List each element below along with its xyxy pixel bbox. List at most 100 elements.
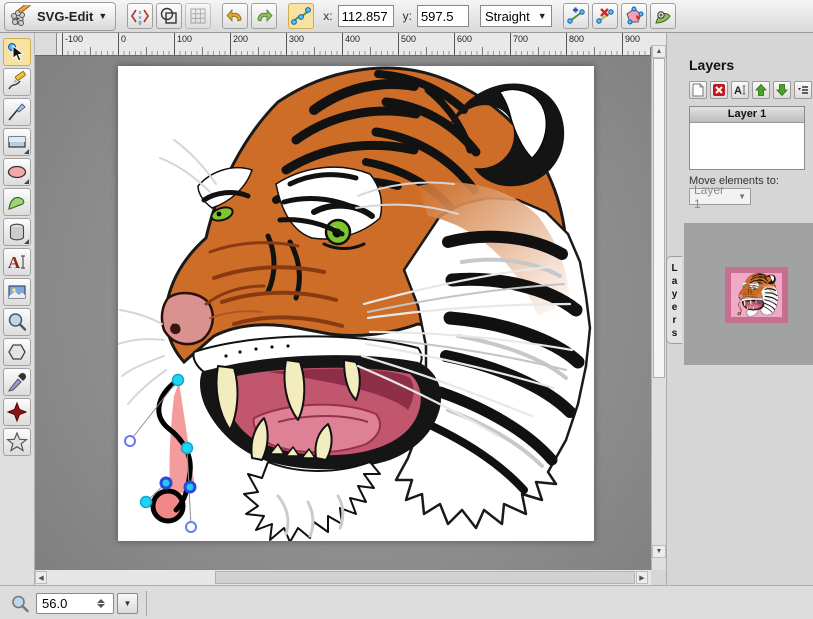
line-tool-button[interactable] xyxy=(3,98,31,126)
zoom-stepper[interactable] xyxy=(94,594,108,613)
move-elements-select[interactable]: Layer 1 ▼ xyxy=(689,188,751,205)
new-layer-button[interactable] xyxy=(689,81,707,99)
grid-icon xyxy=(188,6,208,26)
image-tool-icon xyxy=(6,281,28,303)
node-tool-icon xyxy=(291,6,311,26)
zoom-preset-dropdown[interactable]: ▼ xyxy=(117,593,138,614)
path-node[interactable] xyxy=(141,497,152,508)
path-node[interactable] xyxy=(182,443,193,454)
redo-button[interactable] xyxy=(251,3,277,29)
path-node-selected[interactable] xyxy=(161,478,171,488)
main-menu-label: SVG-Edit xyxy=(37,9,93,24)
zoom-tool-button[interactable] xyxy=(3,308,31,336)
x-input[interactable] xyxy=(338,5,394,27)
star-tool-icon xyxy=(6,431,28,453)
cross-shape-tool-button[interactable] xyxy=(3,398,31,426)
delete-node-icon xyxy=(595,6,615,26)
reorient-path-button[interactable] xyxy=(650,3,676,29)
scroll-right-button[interactable]: ▶ xyxy=(636,571,648,584)
select-tool-button[interactable] xyxy=(3,38,31,66)
wireframe-button[interactable] xyxy=(156,3,182,29)
ruler-top-label: 200 xyxy=(233,34,248,44)
vertical-scrollbar[interactable]: ▲ ▼ xyxy=(651,45,666,570)
y-label: y: xyxy=(403,9,412,23)
rectangle-tool-button[interactable] xyxy=(3,128,31,156)
segment-type-select[interactable]: Straight ▼ xyxy=(480,5,552,27)
delete-layer-icon xyxy=(712,83,726,97)
segment-type-value: Straight xyxy=(485,9,530,24)
open-path-button[interactable] xyxy=(621,3,647,29)
zoom-level-field[interactable] xyxy=(36,593,114,614)
polygon-tool-button[interactable] xyxy=(3,338,31,366)
layer-options-icon xyxy=(796,83,810,97)
eyedropper-tool-button[interactable] xyxy=(3,368,31,396)
left-tool-palette: A xyxy=(0,33,35,585)
path-control-handle[interactable] xyxy=(186,522,196,532)
svg-text:A: A xyxy=(734,85,742,97)
horizontal-scroll-thumb[interactable] xyxy=(215,571,635,584)
add-node-button[interactable] xyxy=(563,3,589,29)
edit-source-button[interactable]: s v g xyxy=(127,3,153,29)
cross-shape-tool-icon xyxy=(6,401,28,423)
undo-button[interactable] xyxy=(222,3,248,29)
control-handle-lines xyxy=(130,380,191,527)
path-edit-overlay[interactable] xyxy=(118,66,594,541)
move-layer-up-button[interactable] xyxy=(752,81,770,99)
horizontal-scrollbar[interactable]: ◀ ▶ xyxy=(35,570,651,585)
ruler-corner xyxy=(35,33,57,56)
layer-options-button[interactable] xyxy=(794,81,812,99)
svg-canvas[interactable] xyxy=(118,66,594,541)
path-tool-button[interactable] xyxy=(3,188,31,216)
rectangle-tool-icon xyxy=(6,131,28,153)
zoom-level-input[interactable] xyxy=(37,596,94,611)
svg-edit-logo-icon xyxy=(10,5,32,27)
ruler-top-label: 800 xyxy=(569,34,584,44)
ruler-top-label: 0 xyxy=(121,34,126,44)
layers-panel-title: Layers xyxy=(689,57,734,73)
zoom-step-down-icon[interactable] xyxy=(97,604,105,608)
eyedropper-tool-icon xyxy=(6,371,28,393)
move-elements-value: Layer 1 xyxy=(694,183,732,211)
rename-layer-button[interactable]: A xyxy=(731,81,749,99)
polygon-tool-icon xyxy=(6,341,28,363)
layer-list-header[interactable]: Layer 1 xyxy=(690,107,804,123)
workspace[interactable] xyxy=(35,56,651,570)
star-tool-button[interactable] xyxy=(3,428,31,456)
delete-layer-button[interactable] xyxy=(710,81,728,99)
path-tool-icon xyxy=(6,191,28,213)
new-layer-icon xyxy=(691,83,705,97)
pencil-tool-button[interactable] xyxy=(3,68,31,96)
path-node[interactable] xyxy=(173,375,184,386)
zoom-step-up-icon[interactable] xyxy=(97,599,105,603)
svg-text:A: A xyxy=(8,253,21,272)
layer-list[interactable]: Layer 1 xyxy=(689,106,805,170)
ruler-top: -10001002003004005006007008009001000 xyxy=(57,33,666,56)
image-tool-button[interactable] xyxy=(3,278,31,306)
ruler-top-label: 600 xyxy=(457,34,472,44)
ruler-top-label: 700 xyxy=(513,34,528,44)
text-tool-button[interactable]: A xyxy=(3,248,31,276)
y-input[interactable] xyxy=(417,5,469,27)
scroll-down-button[interactable]: ▼ xyxy=(652,545,666,558)
grid-button[interactable] xyxy=(185,3,211,29)
scroll-left-button[interactable]: ◀ xyxy=(35,571,47,584)
select-caret-icon: ▼ xyxy=(738,192,746,201)
shape-library-button[interactable] xyxy=(3,218,31,246)
layer-thumbnail[interactable] xyxy=(725,267,788,323)
edit-source-icon: s v g xyxy=(130,6,150,26)
ellipse-tool-icon xyxy=(6,161,28,183)
zoom-tool-icon xyxy=(6,311,28,333)
move-layer-down-button[interactable] xyxy=(773,81,791,99)
delete-node-button[interactable] xyxy=(592,3,618,29)
node-tool-button[interactable] xyxy=(288,3,314,29)
main-menu-button[interactable]: SVG-Edit ▼ xyxy=(4,2,116,31)
path-node-selected[interactable] xyxy=(185,482,195,492)
top-toolbar: SVG-Edit ▼ s v g xyxy=(0,0,813,33)
ellipse-tool-button[interactable] xyxy=(3,158,31,186)
scroll-up-button[interactable]: ▲ xyxy=(652,45,666,58)
ruler-top-label: 300 xyxy=(289,34,304,44)
vertical-scroll-thumb[interactable] xyxy=(653,58,665,378)
layers-panel-tab[interactable]: L a y e r s xyxy=(666,256,682,344)
path-control-handle[interactable] xyxy=(125,436,135,446)
ruler-top-label: 100 xyxy=(177,34,192,44)
